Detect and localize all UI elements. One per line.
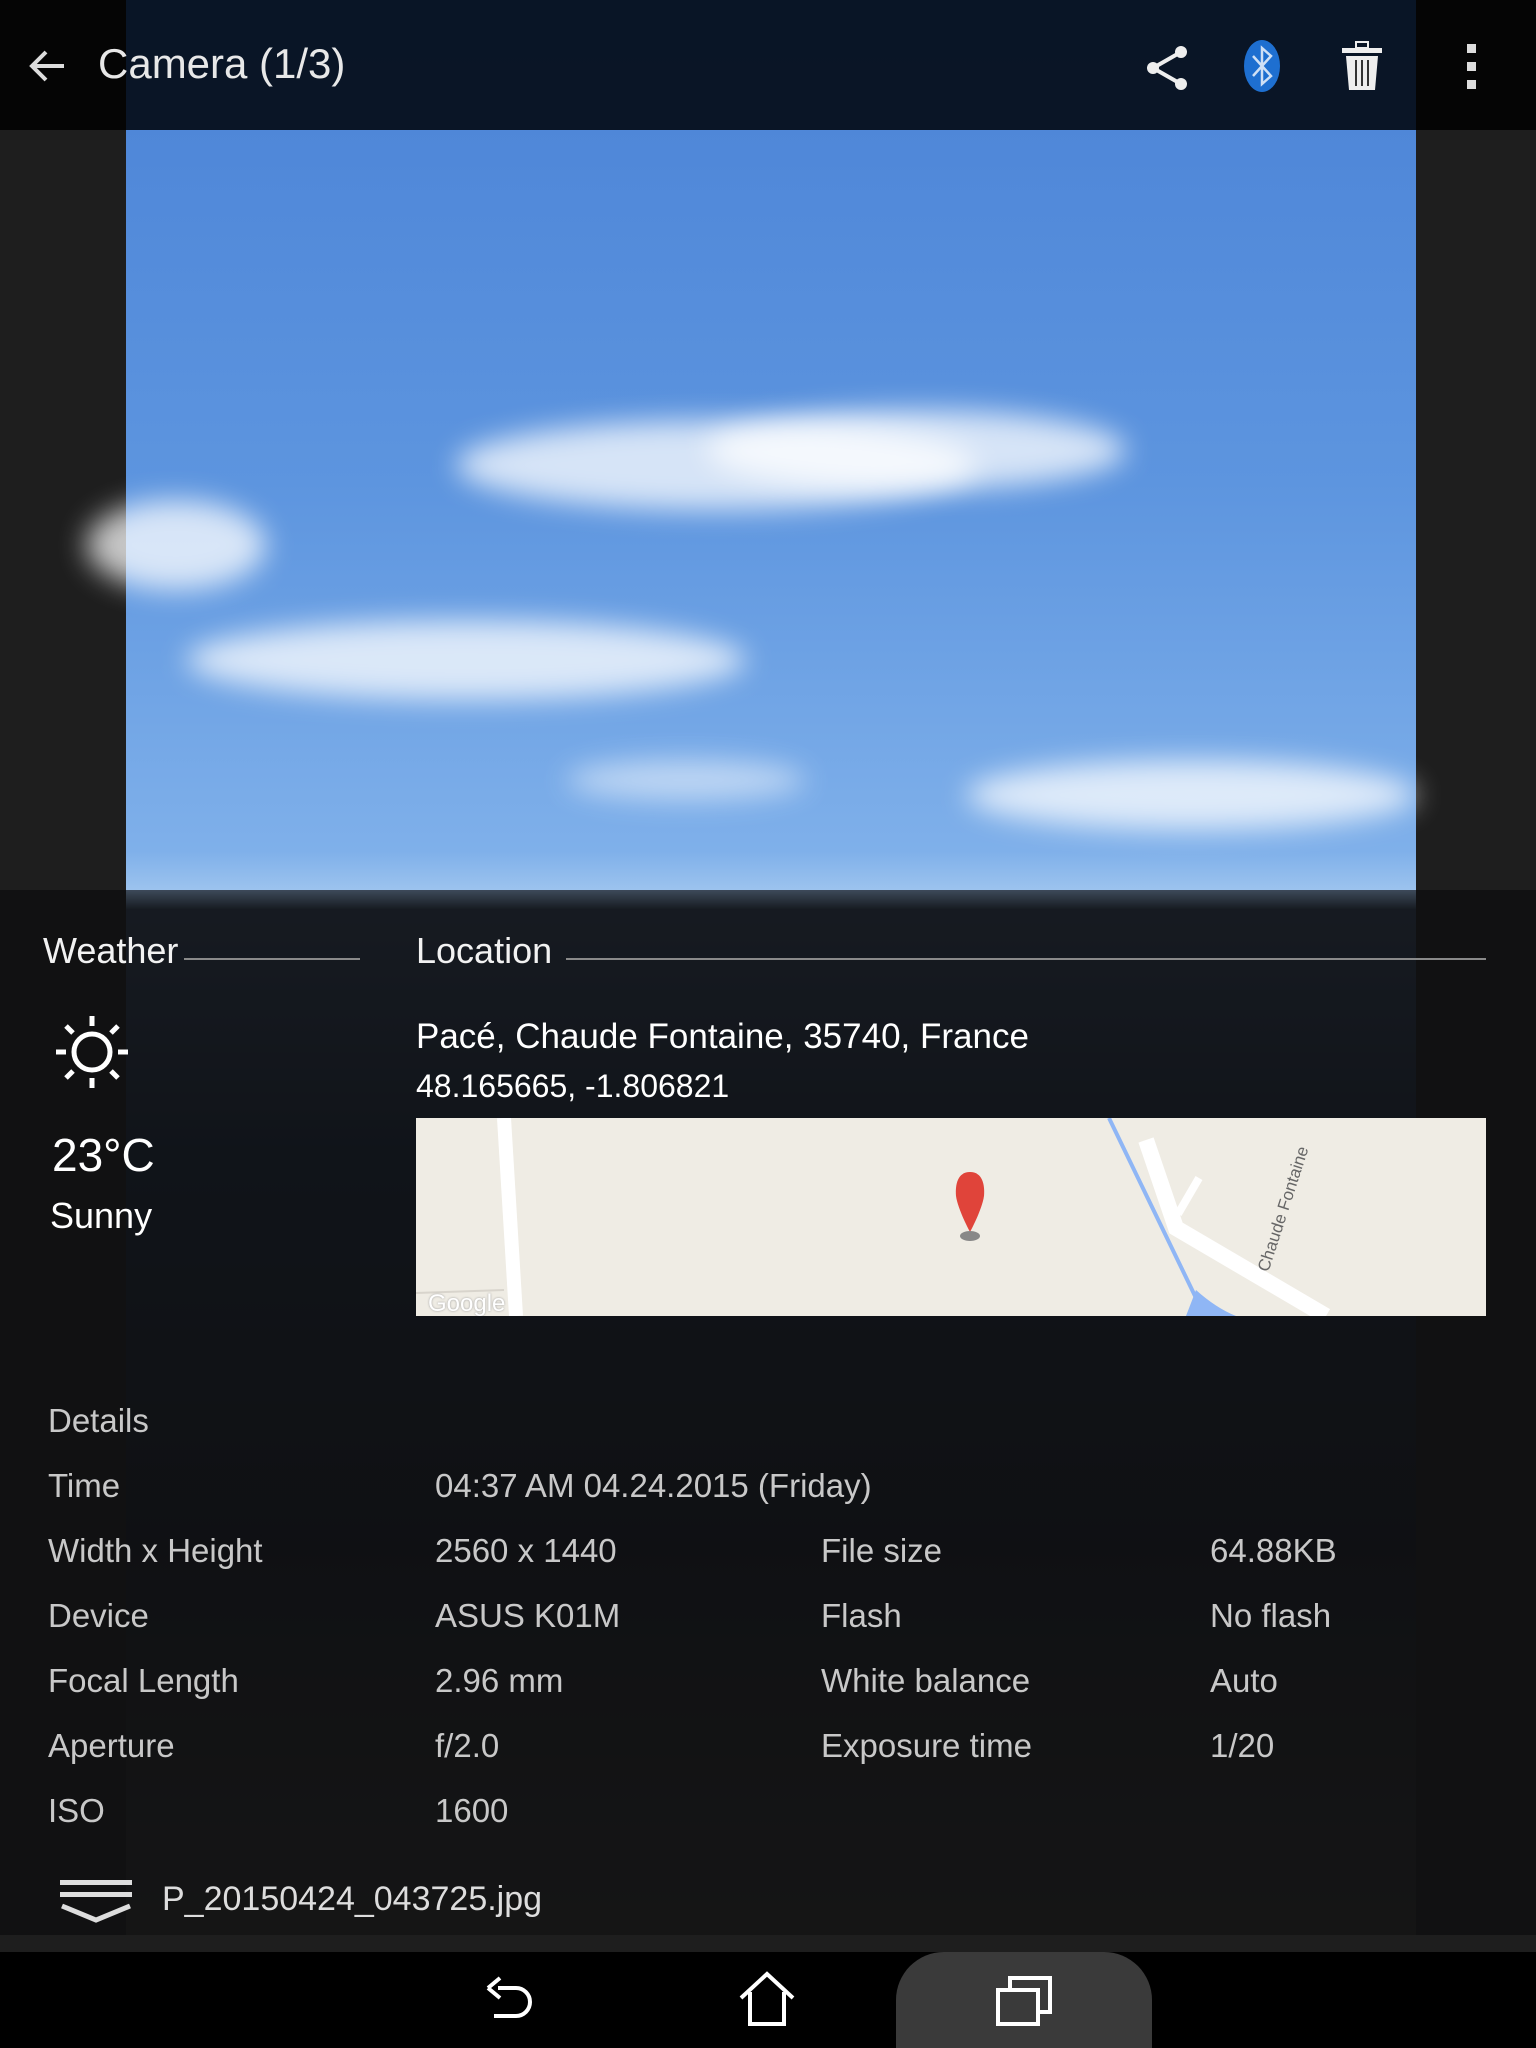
detail-value: f/2.0 — [435, 1727, 500, 1764]
detail-label: Device — [48, 1597, 149, 1634]
divider — [566, 958, 1486, 960]
detail-label: File size — [821, 1532, 943, 1569]
collapse-details-icon[interactable] — [58, 1878, 134, 1928]
location-map[interactable]: Chaude Fontaine Google — [416, 1118, 1486, 1316]
recents-button[interactable] — [896, 1952, 1152, 2048]
location-address: Pacé, Chaude Fontaine, 35740, France — [416, 1017, 1029, 1056]
home-icon[interactable] — [738, 1970, 796, 2028]
location-heading: Location — [416, 930, 553, 971]
back-icon[interactable] — [484, 1974, 540, 2028]
detail-value: 64.88KB — [1210, 1532, 1337, 1569]
detail-label: Time — [48, 1467, 121, 1504]
weather-heading: Weather — [43, 930, 179, 971]
detail-label: Width x Height — [48, 1532, 263, 1569]
system-nav-bar — [0, 1952, 1536, 2048]
location-coordinates: 48.165665, -1.806821 — [416, 1068, 730, 1104]
weather-condition: Sunny — [50, 1195, 153, 1236]
detail-label: Focal Length — [48, 1662, 239, 1699]
detail-label: ISO — [48, 1792, 105, 1829]
detail-value: 2.96 mm — [435, 1662, 564, 1699]
divider — [184, 958, 360, 960]
back-arrow-icon[interactable] — [28, 46, 68, 86]
album-title: Camera (1/3) — [98, 40, 346, 87]
trash-icon[interactable] — [1340, 40, 1384, 92]
top-app-bar: Camera (1/3) — [0, 0, 1536, 130]
detail-label: Exposure time — [821, 1727, 1032, 1764]
share-icon[interactable] — [1143, 44, 1191, 92]
temperature: 23°C — [52, 1129, 155, 1181]
more-vert-icon[interactable] — [1462, 42, 1482, 90]
detail-value: No flash — [1210, 1597, 1332, 1634]
detail-label: Flash — [821, 1597, 902, 1634]
file-name: P_20150424_043725.jpg — [162, 1880, 543, 1918]
detail-value: 1/20 — [1210, 1727, 1275, 1764]
recents-icon — [996, 1976, 1052, 2026]
detail-value: 04:37 AM 04.24.2015 (Friday) — [435, 1467, 872, 1504]
detail-value: 1600 — [435, 1792, 509, 1829]
google-logo: Google — [428, 1290, 506, 1316]
details-heading: Details — [48, 1402, 149, 1439]
detail-label: White balance — [821, 1662, 1031, 1699]
detail-value: 2560 x 1440 — [435, 1532, 617, 1569]
bluetooth-icon[interactable] — [1242, 38, 1282, 94]
detail-label: Aperture — [48, 1727, 175, 1764]
sun-icon — [56, 1016, 128, 1088]
detail-value: ASUS K01M — [435, 1597, 621, 1634]
detail-value: Auto — [1210, 1662, 1278, 1699]
